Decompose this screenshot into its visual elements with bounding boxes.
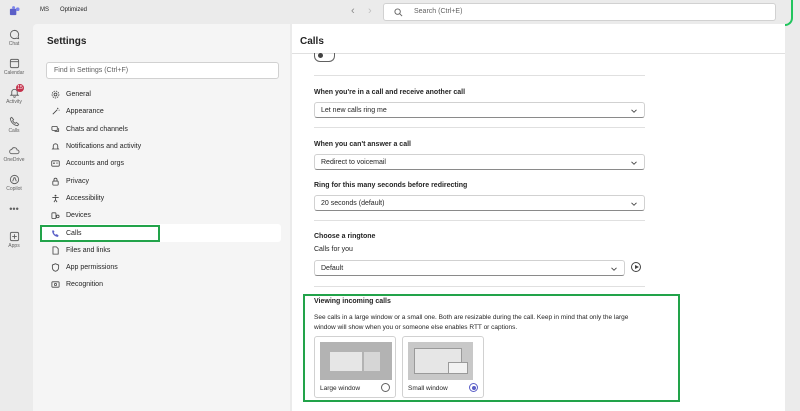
lock-icon: [52, 177, 59, 186]
ringtone-heading: Choose a ringtone: [314, 233, 376, 240]
menu-item-label: Chats and channels: [66, 125, 128, 133]
annotation-edge: [785, 26, 787, 411]
menu-item-label: Recognition: [66, 281, 103, 289]
rail-label: Activity: [6, 99, 22, 105]
global-search-placeholder: Search (Ctrl+E): [414, 8, 463, 15]
chevron-down-icon: [631, 202, 637, 206]
search-icon: [394, 8, 403, 17]
annotation-corner: [785, 0, 793, 26]
rail-label: Copilot: [6, 186, 22, 192]
play-ringtone-icon[interactable]: [631, 262, 641, 272]
menu-item-app-permissions[interactable]: App permissions: [41, 259, 281, 276]
section-divider: [314, 286, 645, 287]
menu-item-label: Appearance: [66, 108, 104, 116]
menu-item-label: Privacy: [66, 177, 89, 185]
menu-item-notifications[interactable]: Notifications and activity: [41, 138, 281, 155]
ringtone-sublabel: Calls for you: [314, 246, 353, 253]
section-divider: [314, 75, 645, 76]
teams-logo-icon[interactable]: [9, 6, 20, 17]
settings-title: Settings: [47, 36, 87, 47]
chevron-down-icon: [631, 161, 637, 165]
menu-item-label: Accessibility: [66, 194, 105, 202]
chat-icon: [9, 29, 19, 40]
menu-item-files[interactable]: Files and links: [41, 242, 281, 259]
calls-highlight-annotation: [40, 225, 160, 242]
ringtone-dropdown[interactable]: Default: [314, 260, 625, 276]
menu-item-label: Files and links: [66, 246, 111, 254]
activity-badge: 15: [16, 84, 24, 92]
menu-item-appearance[interactable]: Appearance: [41, 103, 281, 120]
shield-icon: [51, 263, 60, 272]
menu-item-privacy[interactable]: Privacy: [41, 172, 281, 189]
menu-item-label: General: [66, 91, 91, 99]
file-icon: [52, 246, 59, 255]
section-divider: [314, 127, 645, 128]
plus-square-icon: [9, 231, 19, 242]
global-search-input[interactable]: Search (Ctrl+E): [383, 3, 776, 21]
menu-item-label: App permissions: [66, 264, 118, 272]
bell-icon: [51, 143, 60, 150]
settings-toggle[interactable]: [314, 53, 335, 62]
menu-item-label: Devices: [66, 212, 91, 220]
more-apps-icon[interactable]: •••: [0, 204, 28, 214]
id-card-icon: [51, 160, 60, 167]
section-divider: [314, 220, 645, 221]
recognition-icon: [51, 281, 60, 289]
phone-icon: [9, 116, 19, 127]
chat-bubbles-icon: [51, 125, 60, 132]
header-divider: [292, 53, 785, 54]
ring-seconds-heading: Ring for this many seconds before redire…: [314, 182, 468, 189]
accessibility-icon: [52, 194, 59, 203]
chevron-down-icon: [631, 109, 637, 113]
menu-item-accessibility[interactable]: Accessibility: [41, 190, 281, 207]
devices-icon: [51, 212, 60, 220]
settings-menu: General Appearance Chats and channels No…: [41, 86, 281, 294]
settings-panel: Settings Find in Settings (Ctrl+F) Gener…: [33, 24, 290, 411]
cant-answer-value: Redirect to voicemail: [321, 159, 386, 166]
avatar-initials[interactable]: MS: [40, 7, 49, 13]
menu-item-devices[interactable]: Devices: [41, 207, 281, 224]
rail-item-copilot[interactable]: Copilot: [0, 174, 28, 192]
menu-item-recognition[interactable]: Recognition: [41, 276, 281, 293]
org-name[interactable]: Optimized: [60, 7, 87, 13]
menu-item-general[interactable]: General: [41, 86, 281, 103]
menu-item-label: Notifications and activity: [66, 143, 142, 151]
ringtone-value: Default: [321, 265, 344, 272]
rail-label: Calendar: [3, 70, 25, 76]
chevron-down-icon: [611, 267, 617, 271]
rail-label: Calls: [8, 128, 20, 134]
rail-item-activity[interactable]: 15 Activity: [0, 84, 28, 105]
settings-search-input[interactable]: Find in Settings (Ctrl+F): [46, 62, 279, 79]
copilot-icon: [9, 174, 19, 185]
app-rail: Chat Calendar 15 Activity Calls OneDrive…: [0, 24, 28, 411]
wand-icon: [52, 108, 60, 115]
calendar-icon: [9, 58, 19, 69]
rail-label: Chat: [8, 41, 20, 47]
rail-item-calendar[interactable]: Calendar: [0, 58, 28, 76]
menu-item-label: Accounts and orgs: [66, 160, 124, 168]
cant-answer-dropdown[interactable]: Redirect to voicemail: [314, 154, 645, 170]
ring-seconds-dropdown[interactable]: 20 seconds (default): [314, 195, 645, 211]
cant-answer-heading: When you can't answer a call: [314, 141, 411, 148]
in-call-heading: When you're in a call and receive anothe…: [314, 89, 466, 96]
page-title: Calls: [300, 36, 324, 47]
back-arrow-icon[interactable]: ‹: [351, 5, 355, 17]
rail-label: Apps: [8, 243, 20, 249]
rail-item-chat[interactable]: Chat: [0, 29, 28, 47]
menu-item-chats[interactable]: Chats and channels: [41, 121, 281, 138]
rail-item-calls[interactable]: Calls: [0, 116, 28, 134]
rail-label: OneDrive: [3, 157, 25, 163]
settings-search-placeholder: Find in Settings (Ctrl+F): [54, 67, 129, 74]
in-call-dropdown[interactable]: Let new calls ring me: [314, 102, 645, 118]
rail-item-onedrive[interactable]: OneDrive: [0, 145, 28, 163]
rail-item-apps[interactable]: Apps: [0, 231, 28, 249]
menu-item-accounts[interactable]: Accounts and orgs: [41, 155, 281, 172]
title-bar: MS Optimized ‹ › Search (Ctrl+E): [0, 0, 800, 24]
gear-icon: [51, 90, 60, 99]
forward-arrow-icon[interactable]: ›: [368, 5, 372, 17]
ring-seconds-value: 20 seconds (default): [321, 200, 385, 207]
in-call-value: Let new calls ring me: [321, 107, 387, 114]
cloud-icon: [8, 147, 19, 155]
incoming-calls-highlight-annotation: [303, 294, 680, 402]
